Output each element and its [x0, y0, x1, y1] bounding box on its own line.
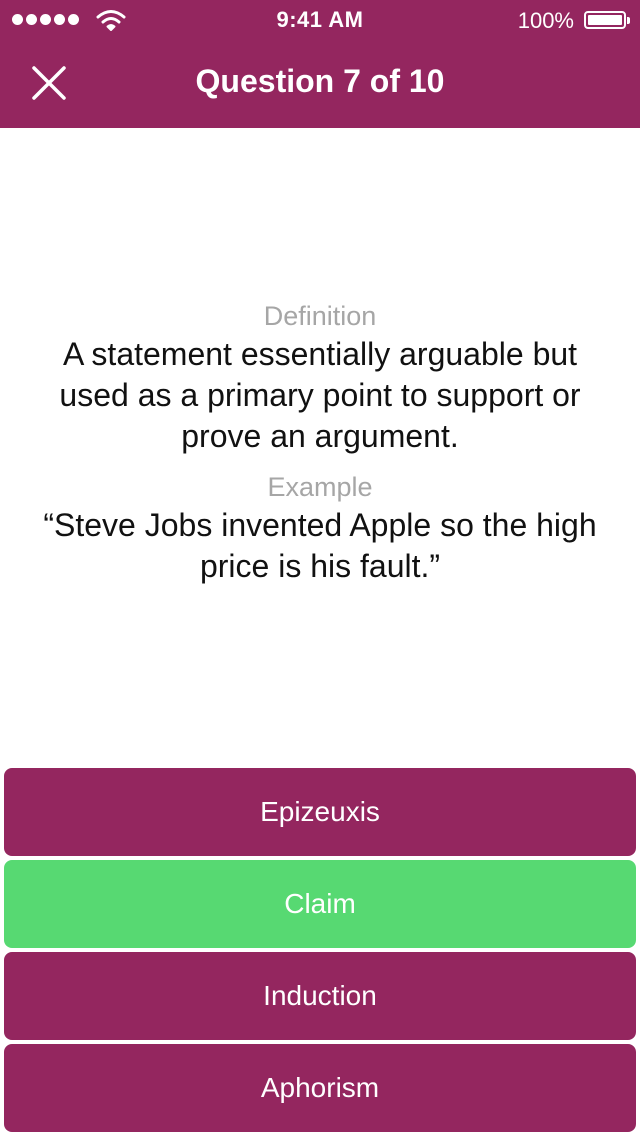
answer-button-epizeuxis[interactable]: Epizeuxis: [4, 768, 636, 856]
definition-text: A statement essentially arguable but use…: [59, 336, 581, 454]
battery-percent: 100%: [517, 8, 574, 33]
answer-button-induction[interactable]: Induction: [4, 952, 636, 1040]
definition-label: Definition: [263, 301, 377, 331]
status-bar: 9:41 AM 100%: [0, 0, 640, 40]
question-card: Definition A statement essentially argua…: [40, 298, 600, 587]
page-title: Question 7 of 10: [195, 63, 445, 99]
example-text: “Steve Jobs invented Apple so the high p…: [43, 507, 597, 584]
battery-icon: [584, 11, 630, 29]
answer-list: Epizeuxis Claim Induction Aphorism: [4, 768, 636, 1136]
answer-button-claim[interactable]: Claim: [4, 860, 636, 948]
header: 9:41 AM 100% Question 7 of 10: [0, 0, 640, 128]
example-label: Example: [267, 472, 373, 502]
answer-button-aphorism[interactable]: Aphorism: [4, 1044, 636, 1132]
